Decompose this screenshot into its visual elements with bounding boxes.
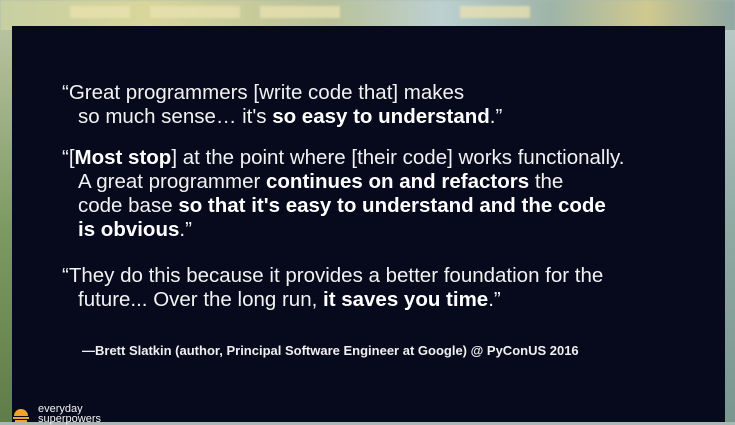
quote-text: A great programmer (78, 170, 266, 193)
brand-logo: everyday superpowers (12, 403, 132, 425)
background-window (460, 6, 530, 18)
quote-line: is obvious.” (62, 218, 624, 242)
brand-name-line-2: superpowers (38, 413, 101, 425)
emphasized-text: so easy to understand (272, 105, 490, 128)
background-window (150, 6, 240, 18)
quote-text: “Great programmers [write code that] mak… (62, 81, 465, 104)
emphasized-text: is obvious (78, 218, 180, 241)
quote-text: “They do this because it provides a bett… (62, 264, 604, 287)
quote-text: “[ (62, 146, 75, 169)
quote-2: “[Most stop] at the point where [their c… (62, 146, 624, 242)
quote-3: “They do this because it provides a bett… (62, 264, 603, 312)
quote-line: code base so that it's easy to understan… (62, 194, 624, 218)
sun-logo-icon (13, 409, 29, 422)
emphasized-text: it saves you time (323, 288, 489, 311)
quote-slide: “Great programmers [write code that] mak… (12, 26, 725, 422)
background-window (70, 6, 130, 18)
quote-text: .” (488, 288, 501, 311)
quote-line: A great programmer continues on and refa… (62, 170, 624, 194)
quote-line: “Great programmers [write code that] mak… (62, 81, 464, 104)
quote-attribution: —Brett Slatkin (author, Principal Softwa… (82, 343, 579, 358)
quote-1: “Great programmers [write code that] mak… (62, 81, 502, 129)
quote-text: ] at the point where [their code] works … (171, 146, 625, 169)
quote-text: code base (78, 194, 179, 217)
quote-text: so much sense… it's (78, 105, 273, 128)
quote-line: so much sense… it's so easy to understan… (62, 105, 502, 129)
quote-text: future... Over the long run, (78, 288, 323, 311)
quote-line: “[Most stop] at the point where [their c… (62, 146, 624, 169)
quote-line: “They do this because it provides a bett… (62, 264, 603, 287)
brand-name: everyday superpowers (38, 404, 101, 425)
background-window (260, 6, 340, 18)
emphasized-text: Most stop (74, 146, 172, 169)
emphasized-text: continues on and refactors (266, 170, 530, 193)
quote-text: .” (179, 218, 192, 241)
emphasized-text: so that it's easy to understand and the … (178, 194, 606, 217)
quote-text: the (529, 170, 564, 193)
quote-line: future... Over the long run, it saves yo… (62, 288, 603, 312)
quote-text: .” (489, 105, 503, 128)
